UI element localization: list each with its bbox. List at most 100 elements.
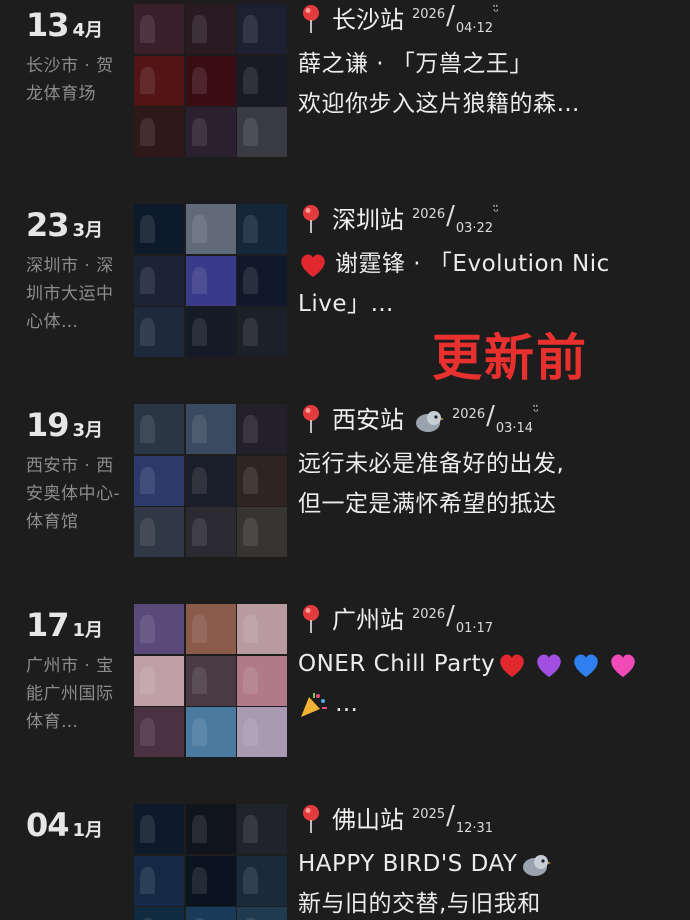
photo-thumbnail[interactable] [185,307,236,357]
station-name: 佛山站 [332,806,404,834]
pin-icon [298,204,324,234]
pin-icon [298,4,324,34]
photo-thumbnail[interactable] [237,204,287,254]
photo-thumbnail[interactable] [237,655,287,706]
photo-grid[interactable] [134,804,287,920]
pink-heart-icon [608,651,638,679]
photo-thumbnail[interactable] [134,107,184,157]
bird-emoji-icon [414,408,444,434]
photo-thumbnail[interactable] [134,804,184,854]
post-date: 2026/03·14ᵕ̈ [452,401,539,436]
smile-mark: ᵕ̈ [493,204,499,220]
photo-thumbnail[interactable] [237,707,287,757]
photo-thumbnail[interactable] [134,307,184,357]
photo-thumbnail[interactable] [185,107,236,157]
caption-text: Live」… [298,291,394,317]
entry-location: 广州市 · 宝能广州国际体育… [26,656,114,732]
photo-thumbnail[interactable] [185,55,236,106]
entry-caption-line: … [298,684,678,724]
purple-heart-icon [534,651,564,679]
photo-thumbnail[interactable] [134,255,184,306]
photo-thumbnail[interactable] [134,507,184,557]
entry-month: 3月 [72,420,104,441]
post-month-day: 03·22 [455,221,494,236]
photo-thumbnail[interactable] [237,55,287,106]
entry-caption-line: 薛之谦 · 「万兽之王」 [298,44,678,84]
entry-caption-line: 欢迎你步入这片狼籍的森… [298,84,678,124]
photo-thumbnail[interactable] [237,404,287,454]
pin-icon [298,804,324,834]
photo-thumbnail[interactable] [185,204,236,254]
photo-thumbnail[interactable] [134,707,184,757]
photo-thumbnail[interactable] [185,255,236,306]
entry-location: 深圳市 · 深圳市大运中心体… [26,256,114,332]
photo-thumbnail[interactable] [134,855,184,906]
post-date: 2026/01·17 [412,601,494,636]
photo-thumbnail[interactable] [185,907,236,920]
entry-date: 23 3月 [26,206,103,244]
post-date: 2026/04·12ᵕ̈ [412,1,499,36]
caption-text: ONER Chill Party [298,651,496,677]
feed-entry[interactable]: 19 3月 西安市 · 西安奥体中心-体育馆 西安站 2026/03·14ᵕ̈ 远行未必是… [0,401,690,564]
photo-thumbnail[interactable] [237,4,287,54]
photo-thumbnail[interactable] [134,404,184,454]
photo-thumbnail[interactable] [134,204,184,254]
entry-text: 佛山站 2025/12·31 HAPPY BIRD'S DAY 新与旧的交替,与旧我和 [298,803,678,920]
photo-thumbnail[interactable] [237,907,287,920]
photo-grid[interactable] [134,604,287,757]
entry-text: 广州站 2026/01·17 ONER Chill Party … [298,601,678,724]
photo-thumbnail[interactable] [185,604,236,654]
entry-date: 17 1月 [26,606,103,644]
feed-entry[interactable]: 17 1月广州市 · 宝能广州国际体育… 广州站 2026/01·17 ONER Chi… [0,601,690,764]
post-month-day: 03·14 [495,421,534,436]
post-year: 2026 [412,607,446,622]
photo-thumbnail[interactable] [237,255,287,306]
entry-title-line: 西安站 2026/03·14ᵕ̈ [298,401,678,444]
photo-thumbnail[interactable] [134,455,184,506]
photo-thumbnail[interactable] [134,655,184,706]
photo-thumbnail[interactable] [237,855,287,906]
photo-thumbnail[interactable] [237,455,287,506]
entry-day: 04 [26,806,70,844]
photo-thumbnail[interactable] [185,855,236,906]
entry-title-line: 佛山站 2025/12·31 [298,803,678,844]
photo-thumbnail[interactable] [185,507,236,557]
photo-grid[interactable] [134,404,287,557]
smile-mark: ᵕ̈ [493,4,499,20]
photo-thumbnail[interactable] [237,307,287,357]
photo-thumbnail[interactable] [185,455,236,506]
photo-thumbnail[interactable] [134,55,184,106]
feed-entry[interactable]: 23 3月 深圳市 · 深圳市大运中心体… 深圳站 2026/03·22ᵕ̈ 谢霆锋 · … [0,201,690,364]
photo-thumbnail[interactable] [134,4,184,54]
post-month-day: 04·12 [455,21,494,36]
red-heart-icon [298,251,328,279]
entry-caption-line: ONER Chill Party [298,644,678,684]
entry-date: 04 1月 [26,806,103,844]
entry-day: 23 [26,206,70,244]
photo-grid[interactable] [134,4,287,157]
photo-thumbnail[interactable] [185,655,236,706]
station-name: 广州站 [332,606,404,634]
caption-text: … [335,691,359,717]
caption-text: 薛之谦 · 「万兽之王」 [298,51,533,77]
photo-thumbnail[interactable] [185,4,236,54]
smile-mark: ᵕ̈ [533,404,539,420]
entry-month: 1月 [72,820,104,841]
photo-thumbnail[interactable] [237,604,287,654]
feed-entry[interactable]: 13 4月 长沙市 · 贺龙体育场 长沙站 2026/04·12ᵕ̈ 薛之谦 · 「万兽之… [0,1,690,164]
caption-text: 谢霆锋 · 「Evolution Nic [335,251,610,277]
feed-entry[interactable]: 04 1月 佛山站 2025/12·31 HAPPY BIRD'S DAY 新与旧的交替,… [0,803,690,920]
photo-thumbnail[interactable] [185,404,236,454]
caption-text: 远行未必是准备好的出发, [298,451,565,477]
photo-thumbnail[interactable] [134,604,184,654]
photo-thumbnail[interactable] [134,907,184,920]
entry-caption-line: 谢霆锋 · 「Evolution Nic [298,244,678,284]
photo-thumbnail[interactable] [237,804,287,854]
photo-thumbnail[interactable] [185,707,236,757]
photo-grid[interactable] [134,204,287,357]
post-year: 2026 [412,207,446,222]
photo-thumbnail[interactable] [185,804,236,854]
post-date: 2026/03·22ᵕ̈ [412,201,499,236]
photo-thumbnail[interactable] [237,507,287,557]
photo-thumbnail[interactable] [237,107,287,157]
